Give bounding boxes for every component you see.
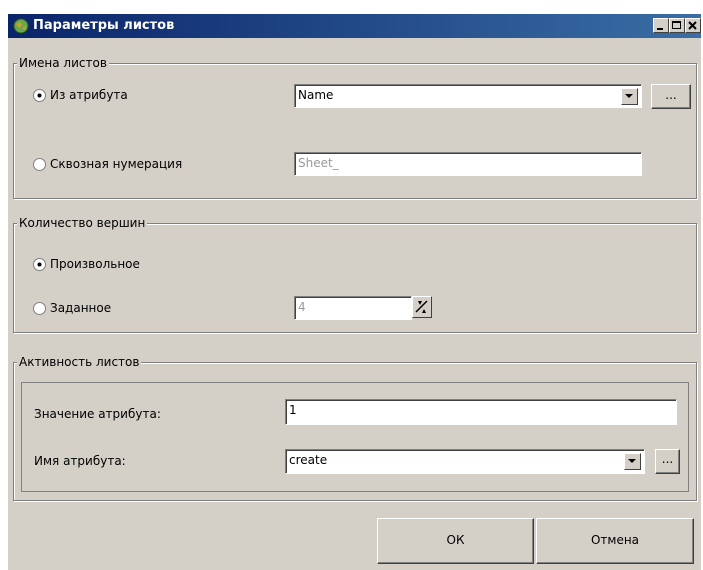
ok-button[interactable]: ОК bbox=[377, 518, 534, 564]
maximize-button[interactable] bbox=[669, 18, 685, 33]
attr-name-select[interactable]: create bbox=[285, 449, 645, 474]
arbitrary-radio[interactable] bbox=[33, 258, 46, 271]
prefix-input-value: Sheet_ bbox=[298, 156, 339, 170]
chevron-down-icon bbox=[625, 94, 633, 98]
close-icon bbox=[688, 21, 697, 30]
chevron-down-icon bbox=[628, 459, 636, 463]
attribute-dropdown-button[interactable] bbox=[621, 88, 638, 105]
close-button[interactable] bbox=[685, 18, 701, 33]
minimize-button[interactable] bbox=[653, 18, 669, 33]
attr-value-text: 1 bbox=[289, 403, 297, 417]
sheet-names-legend: Имена листов bbox=[17, 56, 109, 70]
sequential-numbering-radio[interactable] bbox=[33, 158, 46, 171]
cancel-button[interactable]: Отмена bbox=[536, 518, 694, 564]
app-globe-icon bbox=[13, 18, 29, 34]
attr-value-label: Значение атрибута: bbox=[34, 407, 161, 421]
vertex-count-spinner[interactable] bbox=[412, 296, 432, 318]
spinner-arrows-icon bbox=[415, 300, 428, 313]
prefix-input[interactable]: Sheet_ bbox=[294, 152, 642, 176]
maximize-icon bbox=[672, 21, 681, 29]
arbitrary-label[interactable]: Произвольное bbox=[50, 256, 140, 272]
vertex-count-legend: Количество вершин bbox=[17, 216, 148, 230]
from-attribute-radio[interactable] bbox=[33, 89, 46, 102]
attr-name-label: Имя атрибута: bbox=[34, 454, 126, 468]
attribute-select-value: Name bbox=[298, 88, 334, 102]
attr-name-value: create bbox=[289, 453, 328, 467]
vertex-count-value: 4 bbox=[298, 300, 306, 314]
minimize-icon bbox=[657, 28, 663, 30]
attr-name-dropdown-button[interactable] bbox=[624, 453, 641, 470]
attr-value-input[interactable]: 1 bbox=[285, 399, 677, 425]
specified-label[interactable]: Заданное bbox=[50, 300, 111, 316]
attr-name-browse-button[interactable]: ... bbox=[655, 449, 680, 474]
window-title: Параметры листов bbox=[33, 18, 175, 33]
specified-radio[interactable] bbox=[33, 302, 46, 315]
attribute-browse-button[interactable]: ... bbox=[651, 84, 691, 109]
sequential-numbering-label[interactable]: Сквозная нумерация bbox=[50, 156, 182, 172]
sheet-activity-legend: Активность листов bbox=[17, 355, 142, 369]
attribute-select[interactable]: Name bbox=[294, 84, 642, 108]
vertex-count-input[interactable]: 4 bbox=[294, 296, 412, 320]
from-attribute-label[interactable]: Из атрибута bbox=[50, 87, 128, 103]
